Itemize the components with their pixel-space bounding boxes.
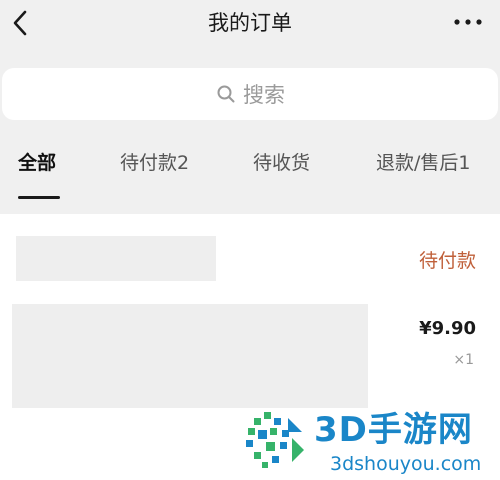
product-image-placeholder[interactable] [12, 304, 368, 408]
tab-pending-receipt[interactable]: 待收货 [253, 150, 310, 176]
watermark-logo-icon [242, 408, 310, 476]
order-tabs: 全部 待付款2 待收货 退款/售后1 [0, 140, 500, 200]
search-placeholder: 搜索 [243, 83, 285, 107]
order-quantity: ×1 [453, 352, 474, 368]
page-title: 我的订单 [208, 11, 292, 35]
tab-pending-payment[interactable]: 待付款2 [120, 150, 189, 176]
search-icon [215, 83, 237, 105]
site-watermark: 3D手游网 3dshouyou.com [242, 402, 500, 480]
watermark-site-url: 3dshouyou.com [330, 453, 482, 475]
order-status: 待付款 [418, 250, 476, 272]
order-price: ¥9.90 [419, 318, 476, 339]
top-navigation-bar: 我的订单 [0, 0, 500, 48]
more-horizontal-icon [454, 19, 482, 25]
tab-refund-after-sale[interactable]: 退款/售后1 [376, 150, 471, 176]
shop-name-placeholder [16, 236, 216, 281]
tab-all[interactable]: 全部 [18, 150, 56, 176]
search-bar[interactable]: 搜索 [2, 68, 498, 120]
active-tab-indicator [18, 196, 60, 199]
more-button[interactable] [452, 10, 484, 34]
watermark-site-name: 3D手游网 [314, 410, 473, 450]
